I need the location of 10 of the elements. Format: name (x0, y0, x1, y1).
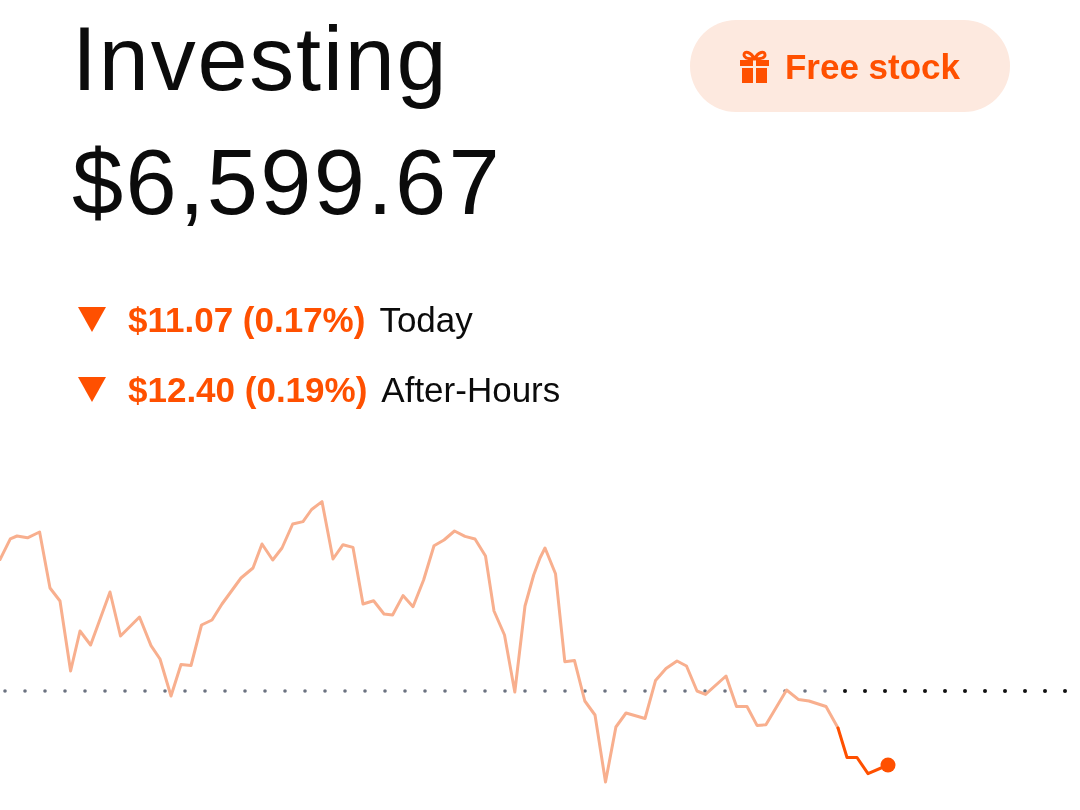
period-label: After-Hours (381, 372, 561, 407)
down-triangle-icon (78, 307, 106, 332)
period-label: Today (379, 302, 473, 337)
page-title: Investing (72, 8, 449, 111)
change-amount: $12.40 (0.19%) (128, 372, 368, 407)
gift-icon (739, 49, 769, 83)
free-stock-button[interactable]: Free stock (690, 20, 1010, 112)
change-amount: $11.07 (0.17%) (128, 302, 366, 337)
portfolio-value: $6,599.67 (72, 136, 502, 228)
down-triangle-icon (78, 377, 106, 402)
